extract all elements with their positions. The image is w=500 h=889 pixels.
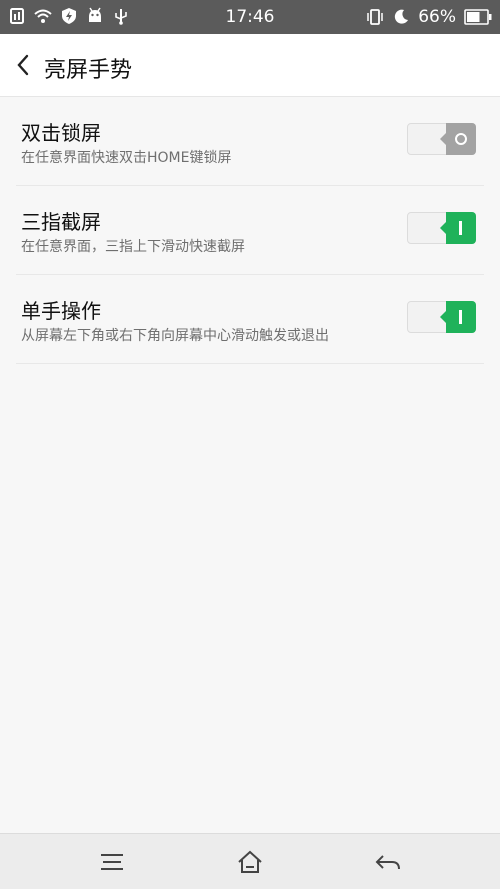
status-right-icons: 66% bbox=[366, 7, 492, 27]
toggle-switch[interactable] bbox=[407, 300, 476, 334]
status-bar: 17:46 66% bbox=[0, 0, 500, 34]
back-icon[interactable] bbox=[374, 848, 402, 876]
toggle-knob bbox=[440, 301, 476, 333]
setting-description: 从屏幕左下角或右下角向屏幕中心滑动触发或退出 bbox=[21, 328, 329, 344]
home-icon[interactable] bbox=[236, 848, 264, 876]
toggle-switch[interactable] bbox=[407, 122, 476, 156]
menu-icon[interactable] bbox=[98, 848, 126, 876]
battery-icon bbox=[464, 9, 492, 25]
moon-icon bbox=[395, 9, 409, 24]
setting-title: 双击锁屏 bbox=[21, 121, 101, 145]
setting-title: 三指截屏 bbox=[21, 210, 101, 234]
setting-description: 在任意界面快速双击HOME键锁屏 bbox=[21, 150, 232, 166]
setting-description: 在任意界面，三指上下滑动快速截屏 bbox=[21, 239, 245, 255]
toggle-knob bbox=[440, 212, 476, 244]
chevron-left-icon bbox=[17, 54, 29, 76]
navigation-bar bbox=[0, 833, 500, 889]
vibrate-icon bbox=[367, 9, 383, 25]
toggle-switch[interactable] bbox=[407, 211, 476, 245]
toggle-knob bbox=[440, 123, 476, 155]
settings-list: 双击锁屏 在任意界面快速双击HOME键锁屏 三指截屏 在任意界面，三指上下滑动快… bbox=[0, 97, 500, 364]
app-bar: 亮屏手势 bbox=[0, 34, 500, 97]
page-title: 亮屏手势 bbox=[44, 58, 133, 83]
setting-title: 单手操作 bbox=[21, 299, 101, 323]
back-button[interactable] bbox=[8, 47, 38, 83]
battery-percent: 66% bbox=[418, 7, 456, 27]
setting-row-one-hand-mode[interactable]: 单手操作 从屏幕左下角或右下角向屏幕中心滑动触发或退出 bbox=[16, 275, 484, 364]
setting-row-three-finger-screenshot[interactable]: 三指截屏 在任意界面，三指上下滑动快速截屏 bbox=[16, 186, 484, 275]
setting-row-double-tap-lock[interactable]: 双击锁屏 在任意界面快速双击HOME键锁屏 bbox=[16, 97, 484, 186]
